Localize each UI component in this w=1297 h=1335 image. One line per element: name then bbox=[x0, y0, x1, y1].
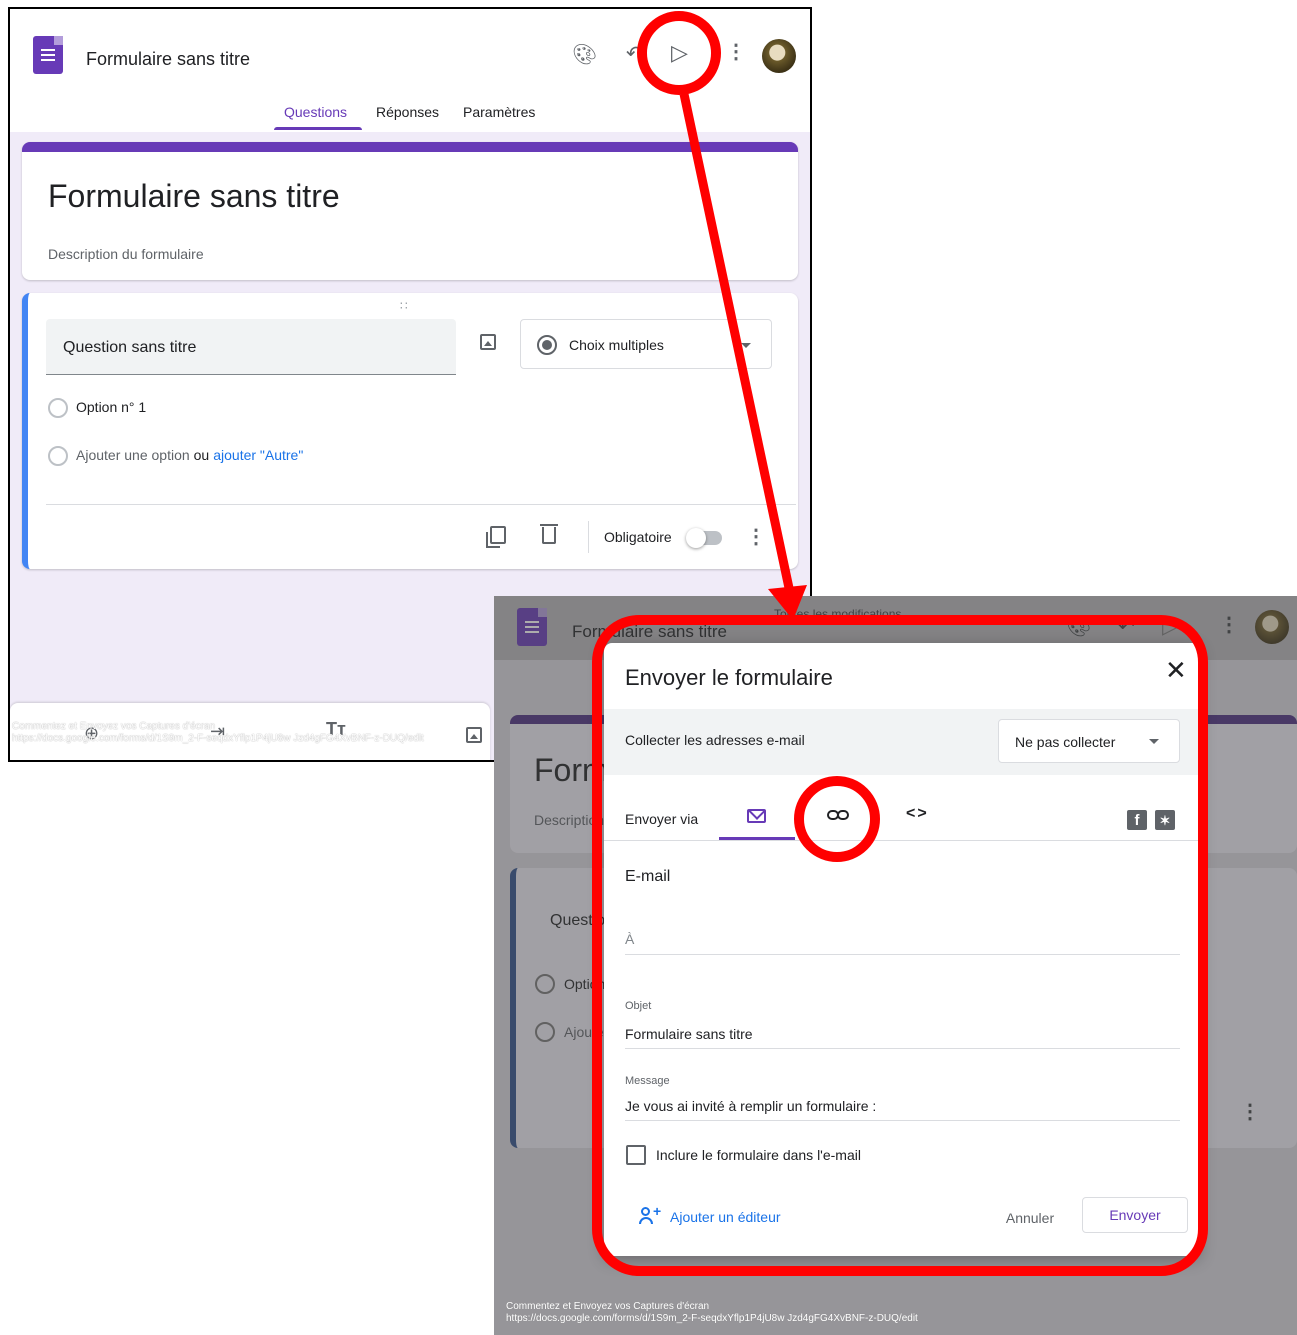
watermark-line-1: Commentez et Envoyez vos Captures d'écra… bbox=[12, 721, 216, 732]
message-label: Message bbox=[625, 1075, 670, 1087]
drag-handle-icon[interactable]: ∷ bbox=[400, 299, 409, 313]
app-title: Formulaire sans titre bbox=[86, 49, 251, 69]
watermark-line-1: Commentez et Envoyez vos Captures d'écra… bbox=[506, 1301, 710, 1312]
add-editor-label: Ajouter un éditeur bbox=[670, 1209, 781, 1225]
add-person-icon: + bbox=[639, 1203, 662, 1227]
facebook-icon[interactable]: f bbox=[1127, 810, 1147, 830]
link-icon bbox=[827, 810, 849, 820]
image-icon[interactable] bbox=[466, 727, 482, 743]
watermark-line-2: https://docs.google.com/forms/d/1S9m_2-F… bbox=[12, 733, 424, 744]
active-tab-indicator bbox=[274, 127, 362, 130]
radio-icon bbox=[537, 335, 557, 355]
more-vert-icon[interactable]: ⋮ bbox=[746, 527, 766, 547]
question-title-input[interactable]: Question sans titre bbox=[46, 319, 456, 375]
add-option-row: Ajouter une option ou ajouter "Autre" bbox=[76, 447, 303, 463]
subject-field[interactable] bbox=[625, 1048, 1180, 1049]
message-field[interactable] bbox=[625, 1120, 1180, 1121]
embed-icon: <> bbox=[906, 805, 929, 822]
tab-questions[interactable]: Questions bbox=[284, 104, 347, 120]
include-form-label: Inclure le formulaire dans l'e-mail bbox=[656, 1147, 861, 1163]
tab-responses[interactable]: Réponses bbox=[376, 104, 439, 120]
undo-icon[interactable]: ↶ bbox=[626, 41, 643, 66]
chevron-down-icon bbox=[741, 343, 751, 348]
form-title-card: Formulaire sans titre Description du for… bbox=[22, 142, 798, 280]
collect-emails-select[interactable]: Ne pas collecter bbox=[998, 719, 1180, 763]
send-form-dialog: Envoyer le formulaire ✕ Collecter les ad… bbox=[604, 643, 1200, 1256]
subject-label: Objet bbox=[625, 1000, 652, 1012]
add-editor-button[interactable]: + Ajouter un éditeur bbox=[639, 1203, 781, 1227]
subject-value: Formulaire sans titre bbox=[625, 1026, 753, 1042]
tab-settings[interactable]: Paramètres bbox=[463, 104, 535, 120]
question-type-select[interactable]: Choix multiples bbox=[520, 319, 772, 369]
more-vert-icon[interactable]: ⋮ bbox=[726, 42, 746, 62]
dialog-title: Envoyer le formulaire bbox=[625, 665, 833, 690]
collect-emails-value: Ne pas collecter bbox=[1015, 734, 1116, 750]
message-value: Je vous ai invité à remplir un formulair… bbox=[625, 1098, 877, 1114]
tab-email[interactable] bbox=[719, 795, 795, 840]
cancel-button[interactable]: Annuler bbox=[989, 1201, 1071, 1235]
to-field[interactable] bbox=[625, 954, 1180, 955]
include-form-checkbox[interactable] bbox=[626, 1145, 646, 1165]
app-header: Formulaire sans titre 🎨︎ ↶ ▷ ⋮ Questions… bbox=[10, 9, 810, 132]
divider bbox=[588, 521, 589, 553]
palette-icon[interactable]: 🎨︎ bbox=[572, 42, 597, 67]
or-text: ou bbox=[193, 447, 210, 463]
collect-emails-row: Collecter les adresses e-mail Ne pas col… bbox=[604, 709, 1200, 775]
required-toggle[interactable] bbox=[686, 528, 722, 548]
add-option-link[interactable]: Ajouter une option bbox=[76, 447, 190, 463]
send-via-label: Envoyer via bbox=[625, 811, 699, 827]
divider bbox=[604, 840, 1200, 841]
forms-logo-icon bbox=[33, 36, 63, 74]
tab-link[interactable] bbox=[802, 795, 878, 840]
twitter-icon[interactable]: ✶ bbox=[1155, 810, 1175, 830]
trash-icon[interactable] bbox=[540, 524, 558, 544]
question-title: Question sans titre bbox=[63, 339, 197, 356]
collect-emails-label: Collecter les adresses e-mail bbox=[625, 732, 805, 748]
copy-icon[interactable] bbox=[486, 526, 506, 548]
required-label: Obligatoire bbox=[604, 529, 672, 545]
add-other-link[interactable]: ajouter "Autre" bbox=[213, 447, 303, 463]
image-icon[interactable] bbox=[480, 334, 496, 350]
to-placeholder: À bbox=[625, 931, 635, 947]
mail-icon bbox=[747, 809, 766, 823]
option-1[interactable]: Option n° 1 bbox=[76, 399, 146, 415]
radio-icon bbox=[48, 446, 68, 466]
radio-icon bbox=[48, 398, 68, 418]
close-icon[interactable]: ✕ bbox=[1165, 657, 1187, 683]
question-card[interactable]: ∷ Question sans titre Choix multiples Op… bbox=[22, 293, 798, 569]
tab-embed[interactable]: <> bbox=[884, 795, 960, 840]
divider bbox=[46, 504, 796, 505]
form-title[interactable]: Formulaire sans titre bbox=[48, 178, 340, 215]
send-icon[interactable]: ▷ bbox=[671, 40, 688, 66]
email-heading: E-mail bbox=[625, 868, 671, 885]
avatar[interactable] bbox=[762, 39, 796, 73]
watermark-line-2: https://docs.google.com/forms/d/1S9m_2-F… bbox=[506, 1313, 918, 1324]
question-type-label: Choix multiples bbox=[569, 337, 664, 353]
form-description[interactable]: Description du formulaire bbox=[48, 246, 204, 262]
send-button[interactable]: Envoyer bbox=[1082, 1197, 1188, 1233]
chevron-down-icon bbox=[1149, 739, 1159, 744]
